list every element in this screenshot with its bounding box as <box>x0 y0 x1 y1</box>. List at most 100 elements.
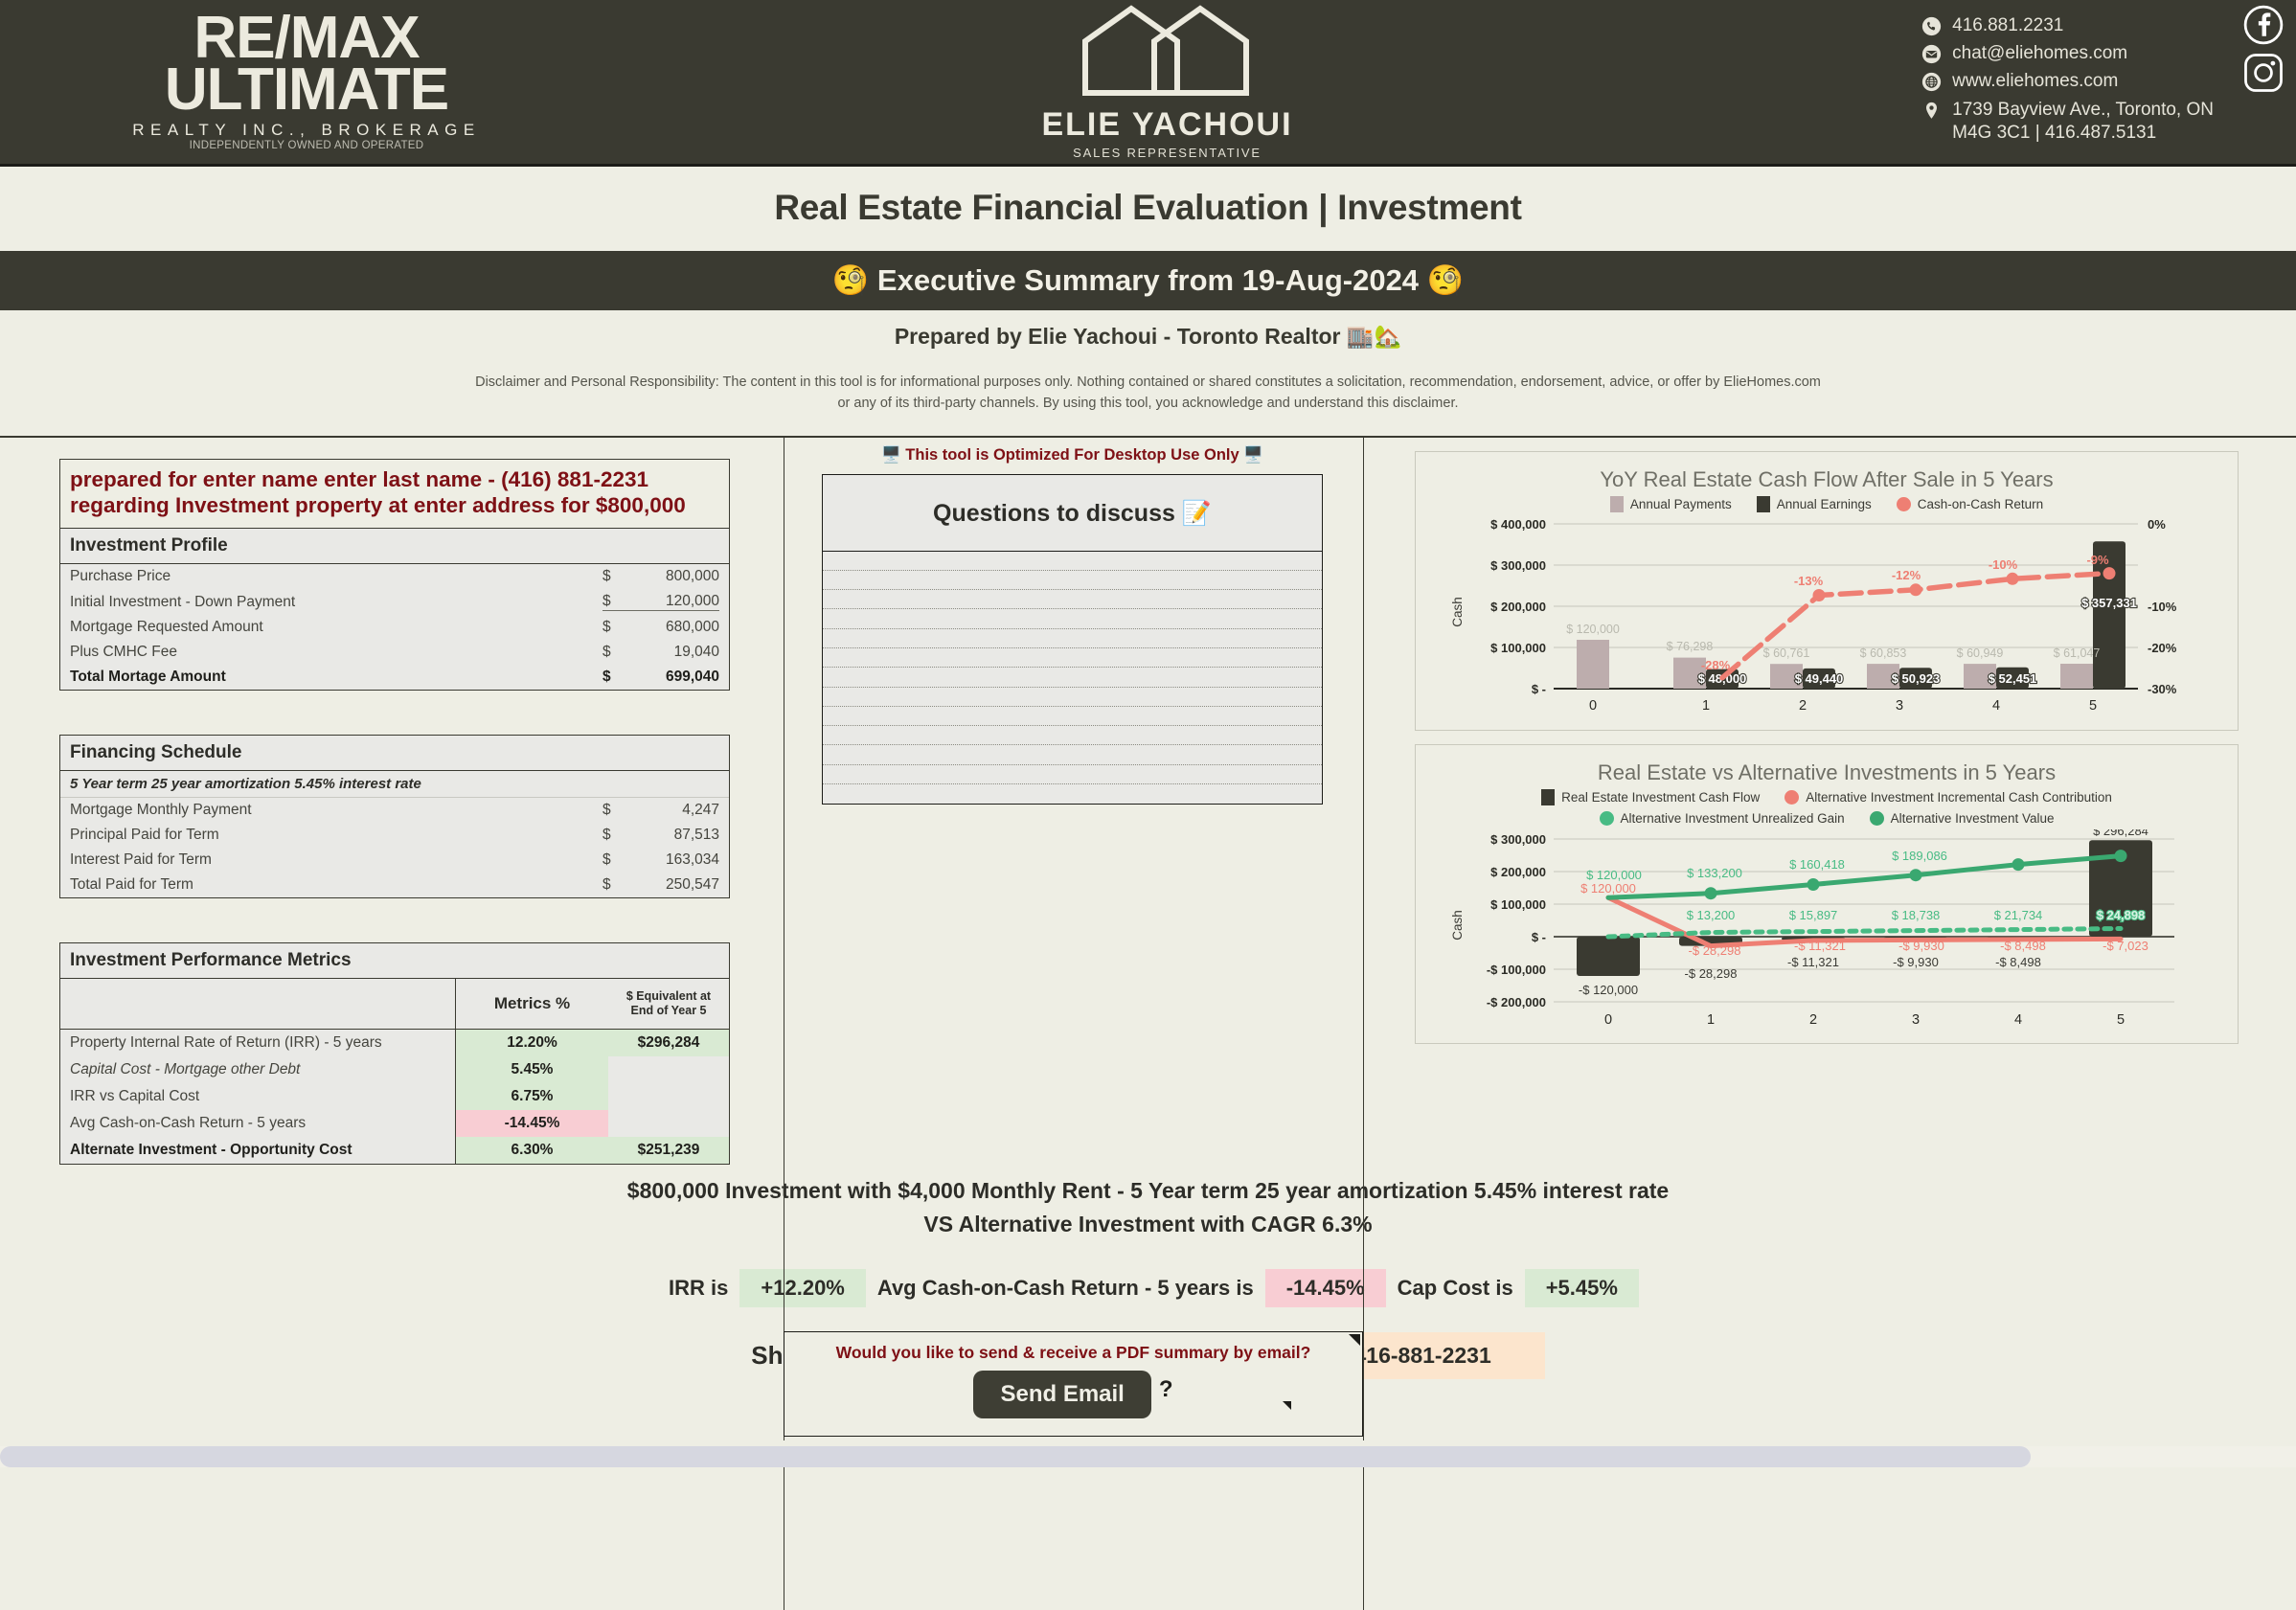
svg-text:-$ 100,000: -$ 100,000 <box>1487 963 1546 977</box>
svg-text:$ 200,000: $ 200,000 <box>1490 600 1546 614</box>
legend-item-alt-gain[interactable]: Alternative Investment Unrealized Gain <box>1599 810 1845 826</box>
svg-text:-$ 9,930: -$ 9,930 <box>1898 939 1944 953</box>
send-email-button[interactable]: Send Email <box>973 1371 1151 1418</box>
svg-text:-9%: -9% <box>2086 553 2109 567</box>
svg-text:-$ 120,000: -$ 120,000 <box>1579 983 1638 997</box>
scrollbar-thumb[interactable] <box>0 1446 2031 1467</box>
row-label: Avg Cash-on-Cash Return - 5 years <box>60 1110 455 1138</box>
legend-item-annual-earnings[interactable]: Annual Earnings <box>1756 495 1872 512</box>
agent-logo: ELIE YACHOUI SALES REPRESENTATIVE <box>613 0 1721 164</box>
facebook-icon[interactable] <box>2242 4 2285 46</box>
question-row[interactable] <box>823 784 1322 804</box>
contact-address-line2: M4G 3C1 | 416.487.5131 <box>1952 122 2157 143</box>
svg-text:$ 60,761: $ 60,761 <box>1763 646 1810 660</box>
row-value: 699,040 <box>665 669 719 686</box>
summary-line-2: VS Alternative Investment with CAGR 6.3% <box>923 1211 1373 1236</box>
question-row[interactable] <box>823 707 1322 727</box>
contact-website[interactable]: www.eliehomes.com <box>1921 70 2214 93</box>
chart-card-comparison: Real Estate vs Alternative Investments i… <box>1415 743 2239 1044</box>
legend-item-alt-value[interactable]: Alternative Investment Value <box>1869 810 2054 826</box>
svg-text:0%: 0% <box>2148 517 2166 532</box>
row-metric: 6.75% <box>455 1083 608 1111</box>
row-value: 4,247 <box>682 802 719 819</box>
investment-profile-heading: Investment Profile <box>60 529 729 565</box>
chart1-legend: Annual Payments Annual Earnings Cash-on-… <box>1427 495 2226 512</box>
svg-text:$ 189,086: $ 189,086 <box>1892 849 1947 863</box>
questions-box[interactable]: Questions to discuss 📝 <box>822 473 1323 805</box>
svg-text:$ 357,331: $ 357,331 <box>2081 596 2137 610</box>
row-label: Principal Paid for Term <box>70 827 219 844</box>
svg-text:$ 76,298: $ 76,298 <box>1667 640 1714 653</box>
legend-label: Alternative Investment Incremental Cash … <box>1806 789 2112 805</box>
question-row[interactable] <box>823 552 1322 571</box>
svg-text:-$ 8,498: -$ 8,498 <box>2000 939 2046 953</box>
twin-house-icon <box>1082 4 1250 96</box>
svg-text:-28%: -28% <box>1701 658 1731 672</box>
title-band: Real Estate Financial Evaluation | Inves… <box>0 167 2296 251</box>
svg-text:5: 5 <box>2089 698 2097 714</box>
row-label: Alternate Investment - Opportunity Cost <box>60 1137 455 1165</box>
legend-item-re-cashflow[interactable]: Real Estate Investment Cash Flow <box>1541 788 1760 805</box>
question-row[interactable] <box>823 629 1322 648</box>
legend-label: Annual Earnings <box>1776 496 1872 511</box>
question-row[interactable] <box>823 571 1322 591</box>
legend-swatch-icon <box>1756 495 1770 512</box>
contact-email[interactable]: chat@eliehomes.com <box>1921 42 2214 65</box>
svg-text:$ 24,898: $ 24,898 <box>2097 908 2146 922</box>
questions-rows[interactable] <box>823 552 1322 805</box>
map-pin-icon <box>1926 102 1938 119</box>
row-label: Capital Cost - Mortgage other Debt <box>60 1056 455 1084</box>
table-row: Interest Paid for Term $ 163,034 <box>60 848 729 873</box>
svg-text:-$ 7,023: -$ 7,023 <box>2103 939 2148 953</box>
svg-text:$ 160,418: $ 160,418 <box>1789 857 1845 872</box>
agent-role: SALES REPRESENTATIVE <box>1073 145 1262 160</box>
question-row[interactable] <box>823 745 1322 765</box>
horizontal-scrollbar[interactable] <box>0 1440 2296 1467</box>
legend-item-coc-return[interactable]: Cash-on-Cash Return <box>1896 496 2044 511</box>
svg-text:2: 2 <box>1799 698 1807 714</box>
instagram-icon[interactable] <box>2242 52 2285 94</box>
row-currency: $ <box>602 669 611 686</box>
cap-cost-value-badge: +5.45% <box>1524 1269 1639 1308</box>
metrics-header-row: Metrics % $ Equivalent at End of Year 5 <box>60 979 729 1031</box>
site-header: RE/MAX ULTIMATE REALTY INC., BROKERAGE I… <box>0 0 2296 167</box>
question-row[interactable] <box>823 609 1322 629</box>
contact-phone[interactable]: 416.881.2231 <box>1921 14 2214 37</box>
row-label: Purchase Price <box>70 568 171 585</box>
svg-text:0: 0 <box>1604 1012 1612 1028</box>
question-row[interactable] <box>823 765 1322 785</box>
svg-text:2: 2 <box>1809 1012 1817 1028</box>
comment-marker-icon <box>1283 1401 1291 1410</box>
svg-text:$ 18,738: $ 18,738 <box>1892 908 1941 922</box>
disclaimer-text: Disclaimer and Personal Responsibility: … <box>475 374 1821 411</box>
row-value: 19,040 <box>673 644 719 661</box>
svg-text:$ 200,000: $ 200,000 <box>1490 865 1546 879</box>
question-row[interactable] <box>823 688 1322 707</box>
desktop-only-note: 🖥️ This tool is Optimized For Desktop Us… <box>881 445 1263 464</box>
question-row[interactable] <box>823 590 1322 610</box>
legend-item-alt-contrib[interactable]: Alternative Investment Incremental Cash … <box>1785 789 2112 805</box>
question-row[interactable] <box>823 648 1322 669</box>
question-row[interactable] <box>823 726 1322 746</box>
row-value: 87,513 <box>673 827 719 844</box>
svg-text:-10%: -10% <box>2148 600 2177 614</box>
legend-dot-icon <box>1896 496 1911 511</box>
financing-schedule-heading: Financing Schedule <box>60 736 729 772</box>
contact-website-text: www.eliehomes.com <box>1952 71 2119 92</box>
row-equivalent <box>608 1083 729 1111</box>
question-row[interactable] <box>823 668 1322 688</box>
svg-text:Cash: Cash <box>1450 597 1465 627</box>
svg-text:5: 5 <box>2117 1012 2125 1028</box>
svg-text:-$ 28,298: -$ 28,298 <box>1689 943 1741 958</box>
metrics-header-percent: Metrics % <box>455 979 608 1030</box>
row-equivalent <box>608 1056 729 1084</box>
legend-item-annual-payments[interactable]: Annual Payments <box>1609 495 1732 512</box>
legend-label: Annual Payments <box>1629 496 1732 511</box>
legend-label: Cash-on-Cash Return <box>1917 496 2044 511</box>
row-value: 800,000 <box>665 568 719 585</box>
row-currency: $ <box>602 644 611 661</box>
performance-metrics-heading: Investment Performance Metrics <box>60 943 729 980</box>
middle-column: 🖥️ This tool is Optimized For Desktop Us… <box>784 438 1363 1166</box>
svg-text:$ 60,949: $ 60,949 <box>1957 646 2004 660</box>
